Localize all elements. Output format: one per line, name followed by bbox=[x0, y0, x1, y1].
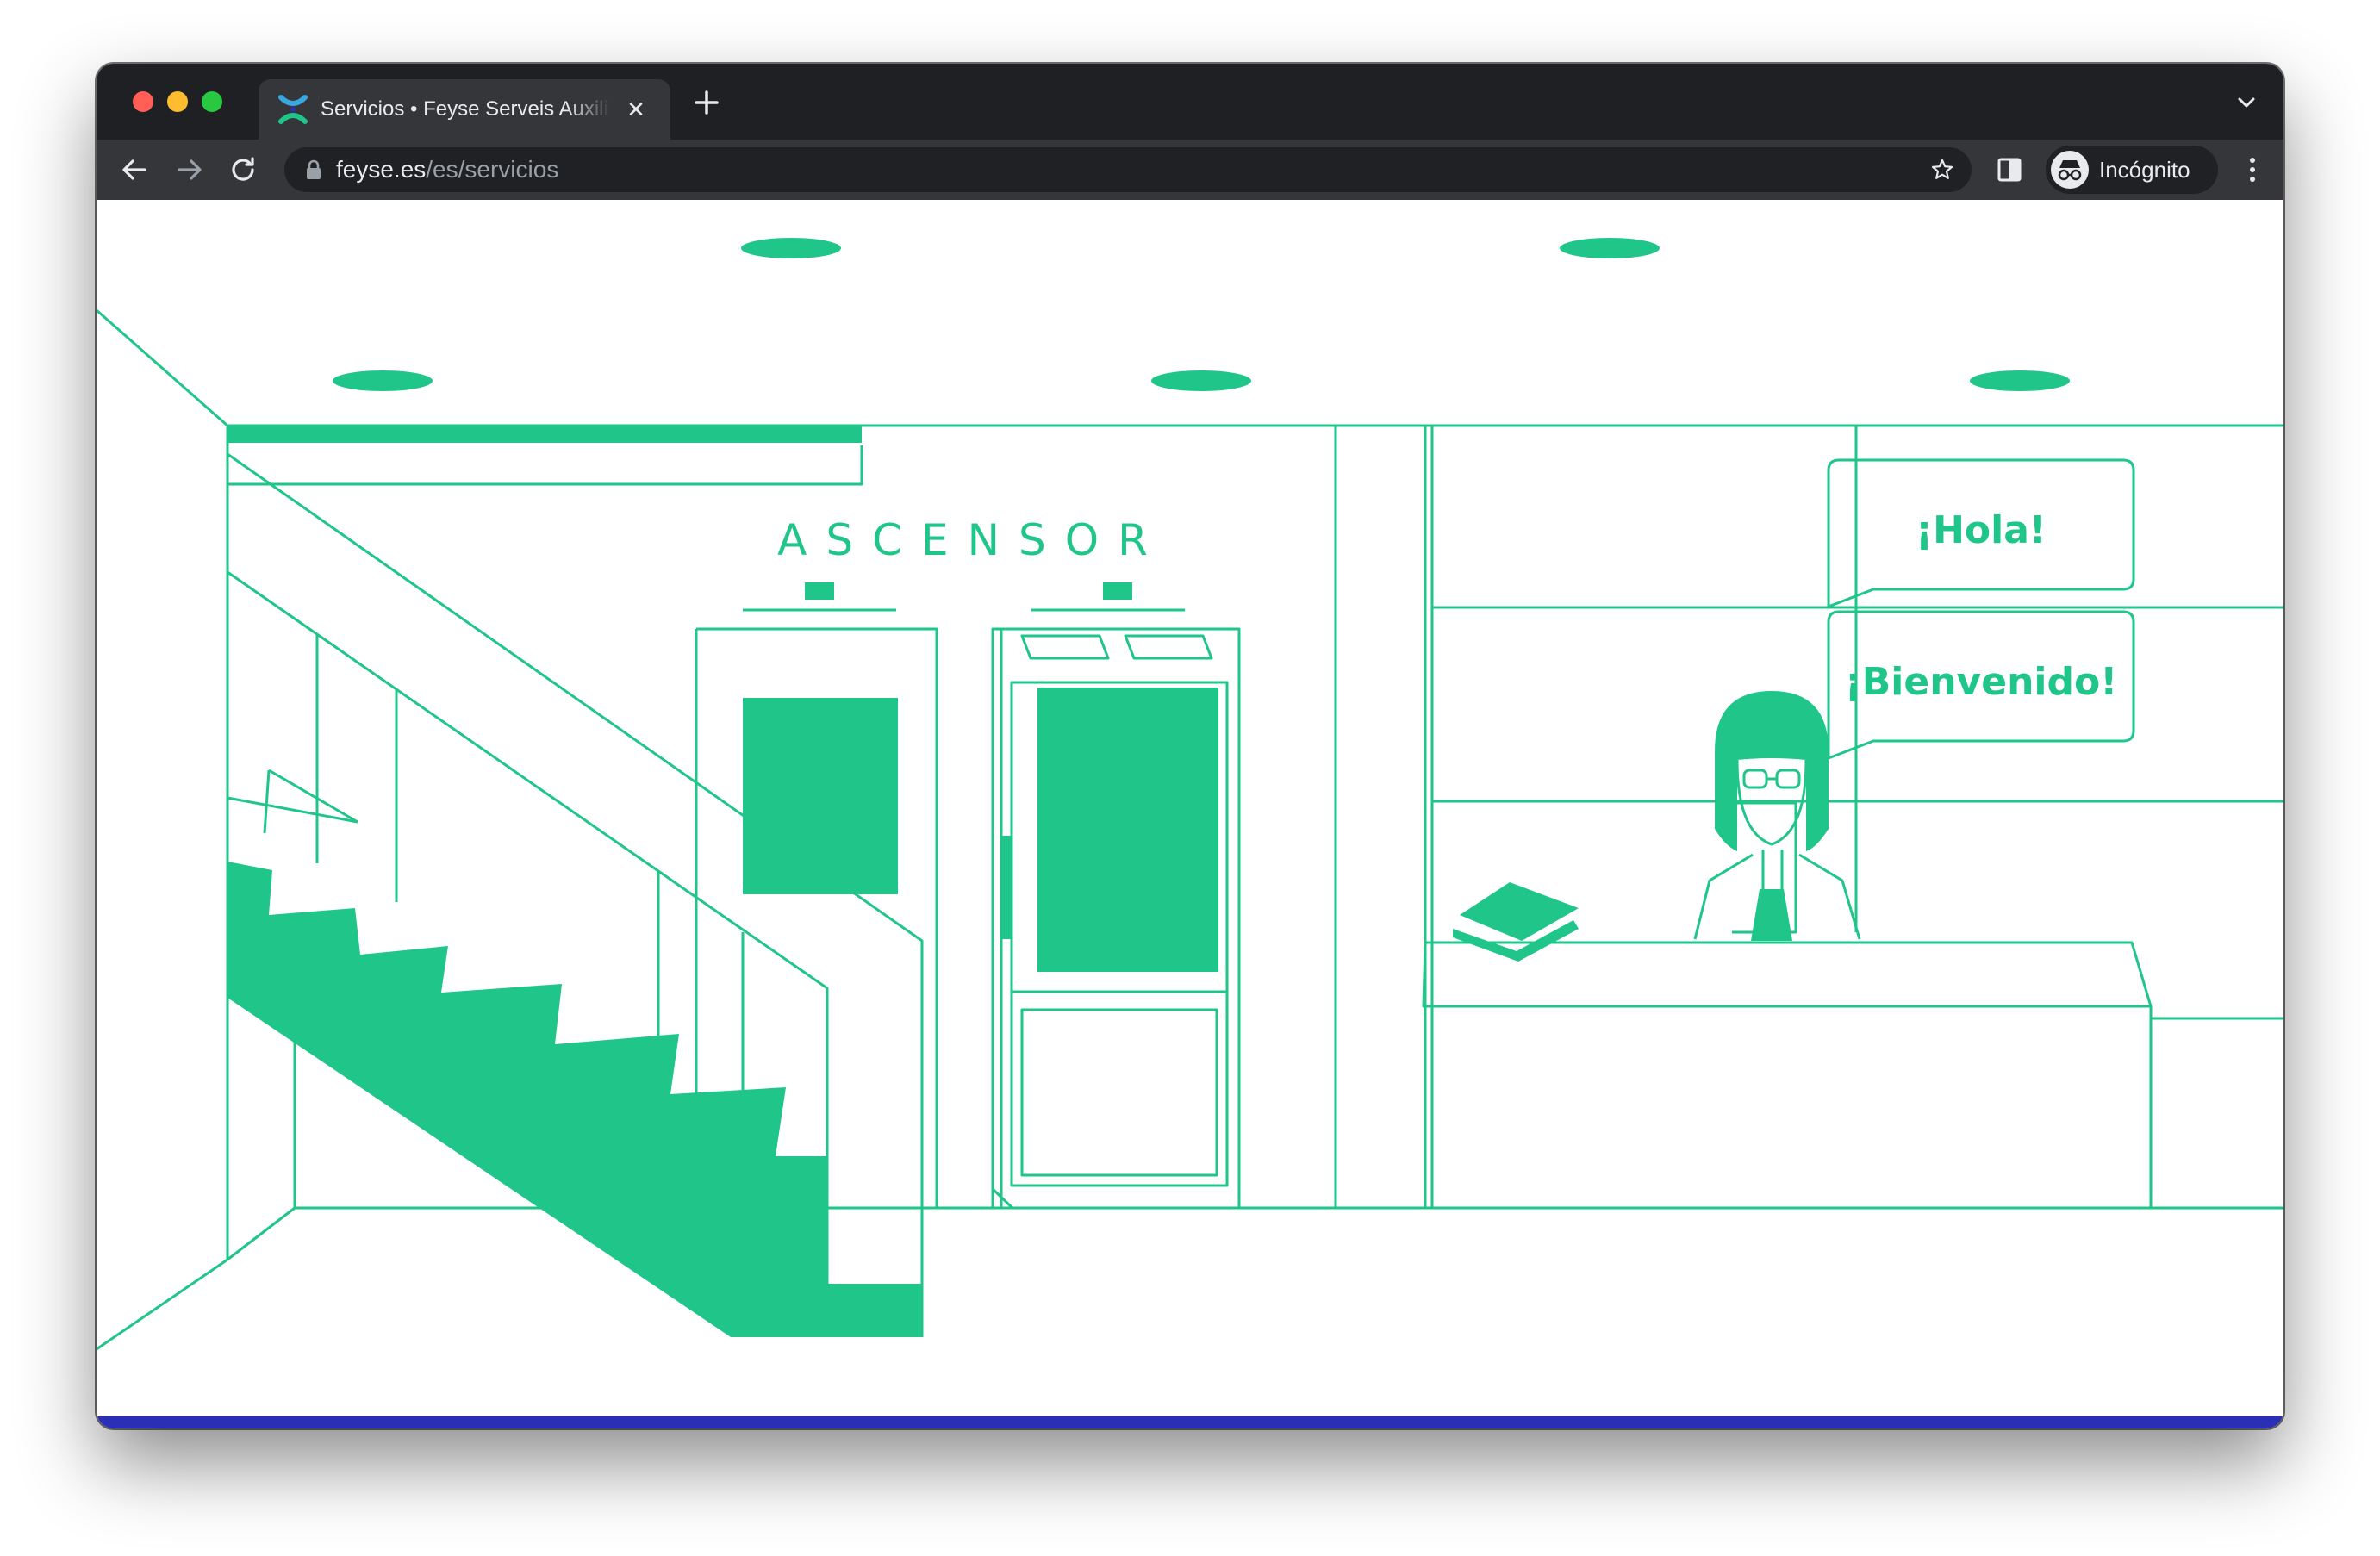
close-tab-icon[interactable]: ✕ bbox=[622, 96, 650, 123]
feyse-logo-icon bbox=[278, 95, 308, 124]
url-text[interactable]: feyse.es/es/servicios bbox=[336, 147, 558, 192]
incognito-icon bbox=[2051, 151, 2089, 189]
back-arrow-icon[interactable] bbox=[119, 154, 150, 185]
active-tab[interactable]: Servicios • Feyse Serveis Auxiliars ✕ bbox=[259, 79, 670, 140]
address-bar[interactable]: feyse.es/es/servicios bbox=[284, 147, 1972, 192]
page-content: ¡Hola! ¡Bienvenido! ASCENSOR bbox=[97, 200, 2283, 1428]
reception-hall-illustration: ¡Hola! ¡Bienvenido! ASCENSOR bbox=[97, 238, 2283, 1351]
incognito-label: Incógnito bbox=[2099, 157, 2190, 183]
footer-accent-bar bbox=[97, 1416, 2283, 1428]
tab-title: Servicios • Feyse Serveis Auxiliars bbox=[321, 97, 610, 121]
close-window-button[interactable] bbox=[133, 91, 153, 112]
incognito-profile-button[interactable]: Incógnito bbox=[2046, 146, 2218, 194]
speech-bubble-hola: ¡Hola! bbox=[1916, 508, 2047, 552]
forward-arrow-icon[interactable] bbox=[174, 154, 205, 185]
side-panel-icon[interactable] bbox=[1996, 156, 2023, 184]
url-path: /es/servicios bbox=[426, 156, 559, 183]
reload-icon[interactable] bbox=[227, 154, 259, 185]
browser-window: Servicios • Feyse Serveis Auxiliars ✕ fe… bbox=[97, 64, 2283, 1428]
speech-bubble-bienvenido: ¡Bienvenido! bbox=[1845, 660, 2118, 704]
lock-icon[interactable] bbox=[305, 159, 322, 180]
browser-toolbar: feyse.es/es/servicios Incógnito bbox=[97, 140, 2283, 200]
elevator-sign: ASCENSOR bbox=[777, 515, 1167, 565]
new-tab-icon[interactable] bbox=[691, 87, 722, 118]
minimize-window-button[interactable] bbox=[167, 91, 188, 112]
url-host: feyse.es bbox=[336, 156, 427, 183]
kebab-menu-icon[interactable] bbox=[2247, 156, 2258, 184]
tab-search-chevron-icon[interactable] bbox=[2235, 91, 2258, 114]
star-icon[interactable] bbox=[1930, 158, 1954, 182]
tab-strip: Servicios • Feyse Serveis Auxiliars ✕ bbox=[97, 64, 2283, 140]
fullscreen-window-button[interactable] bbox=[202, 91, 222, 112]
